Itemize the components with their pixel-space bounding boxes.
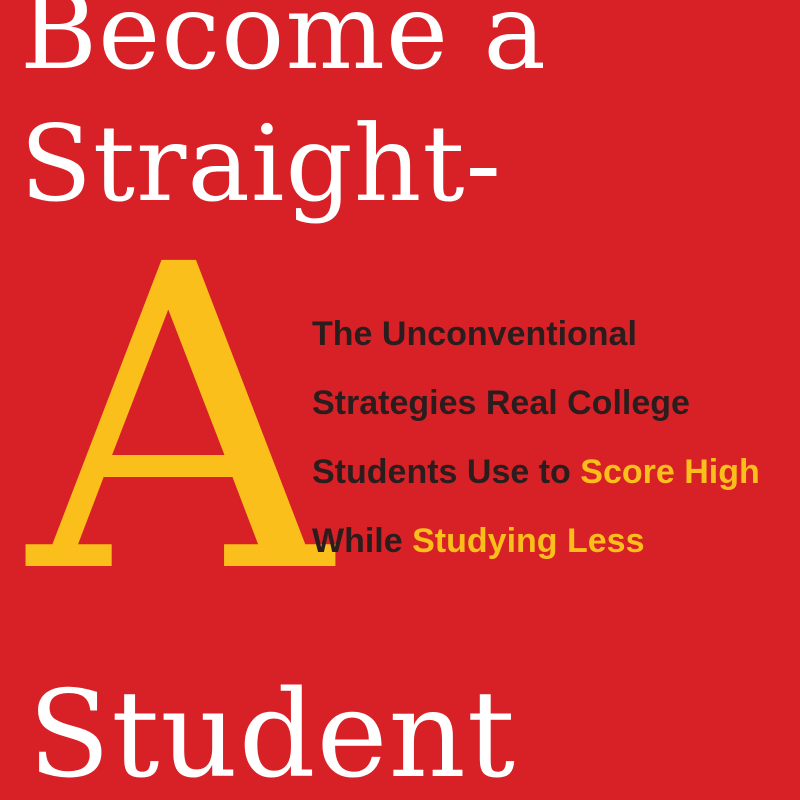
subtitle-line-3-accent: Score High [580, 453, 760, 491]
subtitle-line-3-plain: Students Use to [312, 453, 571, 491]
subtitle-line-4-accent: Studying Less [412, 522, 645, 560]
title-large-letter-a: A [28, 177, 332, 666]
subtitle-line-4: While Studying Less [312, 515, 792, 584]
subtitle-line-1: The Unconventional [312, 315, 637, 353]
title-line-become-a: Become a [20, 0, 548, 93]
subtitle-block: The Unconventional Strategies Real Colle… [312, 308, 792, 584]
title-line-student: Student [28, 666, 517, 800]
subtitle-line-4-plain: While [312, 522, 403, 560]
book-cover: Become a Straight- A The Unconventional … [0, 0, 800, 800]
subtitle-line-3: Students Use to Score High [312, 446, 792, 515]
subtitle-line-2: Strategies Real College [312, 384, 690, 422]
